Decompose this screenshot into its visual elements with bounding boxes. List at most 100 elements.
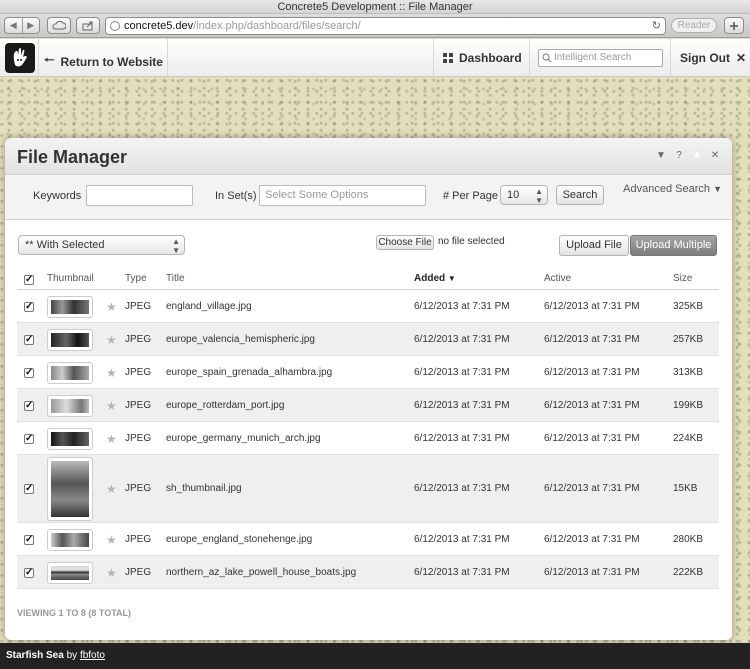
select-all-checkbox[interactable]: ✓ <box>24 275 34 285</box>
row-checkbox[interactable]: ✓ <box>24 568 34 578</box>
reload-icon[interactable]: ↻ <box>652 18 661 34</box>
column-added-label: Added <box>414 273 446 284</box>
thumbnail[interactable] <box>47 296 93 318</box>
column-active[interactable]: Active <box>544 273 571 284</box>
column-added[interactable]: Added ▼ <box>414 273 456 284</box>
thumbnail[interactable] <box>47 395 93 417</box>
row-checkbox[interactable]: ✓ <box>24 434 34 444</box>
reader-button[interactable]: Reader <box>671 18 717 33</box>
share-icon[interactable] <box>76 17 100 34</box>
close-icon[interactable]: ✕ <box>710 150 720 161</box>
cell-title[interactable]: europe_rotterdam_port.jpg <box>166 400 284 411</box>
thumbnail-image <box>51 399 89 413</box>
thumbnail[interactable] <box>47 529 93 551</box>
thumbnail[interactable] <box>47 329 93 351</box>
favorite-star-icon[interactable]: ★ <box>692 150 702 161</box>
table-row[interactable]: ✓ ★ JPEG northern_az_lake_powell_house_boat… <box>17 556 719 589</box>
back-icon[interactable]: ◀ <box>5 18 23 33</box>
per-page-select[interactable]: 10 ▲ ▼ <box>500 185 548 205</box>
table-row[interactable]: ✓ ★ JPEG sh_thumbnail.jpg 6/12/2013 at 7:31 … <box>17 455 719 523</box>
cell-type: JPEG <box>125 483 152 494</box>
sign-out-link[interactable]: Sign Out ✕ <box>680 51 746 65</box>
row-checkbox[interactable]: ✓ <box>24 368 34 378</box>
cell-added: 6/12/2013 at 7:31 PM <box>414 367 510 378</box>
chevron-down-icon[interactable]: ▼ <box>656 150 666 161</box>
star-icon[interactable]: ★ <box>106 399 117 413</box>
thumbnail[interactable] <box>47 457 93 521</box>
star-icon[interactable]: ★ <box>106 566 117 580</box>
row-checkbox[interactable]: ✓ <box>24 335 34 345</box>
divider <box>167 39 168 77</box>
row-checkbox[interactable]: ✓ <box>24 401 34 411</box>
star-icon[interactable]: ★ <box>106 366 117 380</box>
thumbnail[interactable] <box>47 562 93 584</box>
row-checkbox[interactable]: ✓ <box>24 484 34 494</box>
cell-title[interactable]: sh_thumbnail.jpg <box>166 483 242 494</box>
table-row[interactable]: ✓ ★ JPEG europe_spain_grenada_alhambra.jpg 6… <box>17 356 719 389</box>
icloud-tabs-icon[interactable] <box>47 17 71 34</box>
forward-icon[interactable]: ▶ <box>23 18 40 33</box>
cell-title[interactable]: europe_spain_grenada_alhambra.jpg <box>166 367 332 378</box>
table-row[interactable]: ✓ ★ JPEG europe_valencia_hemispheric.jpg 6/1… <box>17 323 719 356</box>
thumbnail-image <box>51 300 89 314</box>
upload-file-button[interactable]: Upload File <box>559 235 629 256</box>
cell-size: 313KB <box>673 367 704 378</box>
cell-title[interactable]: northern_az_lake_powell_house_boats.jpg <box>166 567 356 578</box>
cell-title[interactable]: england_village.jpg <box>166 301 252 312</box>
window-title: Concrete5 Development :: File Manager <box>0 0 750 14</box>
return-label: Return to Website <box>60 54 163 69</box>
thumbnail[interactable] <box>47 362 93 384</box>
close-icon: ✕ <box>736 51 747 65</box>
table-row[interactable]: ✓ ★ JPEG europe_germany_munich_arch.jpg 6/12… <box>17 422 719 455</box>
dashboard-grid-icon <box>443 53 453 63</box>
thumbnail-image <box>51 533 89 547</box>
choose-file-button[interactable]: Choose File <box>376 235 434 250</box>
arrow-left-icon: 🠐 <box>44 53 55 67</box>
cell-title[interactable]: europe_valencia_hemispheric.jpg <box>166 334 315 345</box>
star-icon[interactable]: ★ <box>106 482 117 496</box>
star-icon[interactable]: ★ <box>106 533 117 547</box>
in-sets-label: In Set(s) <box>215 190 257 202</box>
with-selected-select[interactable]: ** With Selected ▲ ▼ <box>18 235 185 255</box>
cell-active: 6/12/2013 at 7:31 PM <box>544 433 640 444</box>
intelligent-search-input[interactable]: Intelligent Search <box>538 49 663 67</box>
column-thumbnail[interactable]: Thumbnail <box>47 273 94 284</box>
cell-type: JPEG <box>125 433 152 444</box>
advanced-search-link[interactable]: Advanced Search ▼ <box>623 183 722 195</box>
search-button[interactable]: Search <box>556 185 604 205</box>
dashboard-link[interactable]: Dashboard <box>443 51 522 65</box>
thumbnail[interactable] <box>47 428 93 450</box>
cell-active: 6/12/2013 at 7:31 PM <box>544 534 640 545</box>
column-title[interactable]: Title <box>166 273 185 284</box>
select-arrows-icon: ▲ ▼ <box>535 187 543 205</box>
cell-title[interactable]: europe_england_stonehenge.jpg <box>166 534 312 545</box>
row-checkbox[interactable]: ✓ <box>24 535 34 545</box>
credit-author-link[interactable]: fbfoto <box>80 650 105 661</box>
star-icon[interactable]: ★ <box>106 300 117 314</box>
return-to-website-link[interactable]: 🠐 Return to Website <box>44 51 163 72</box>
column-size[interactable]: Size <box>673 273 692 284</box>
column-type[interactable]: Type <box>125 273 147 284</box>
in-sets-input[interactable]: Select Some Options <box>259 185 426 206</box>
globe-icon <box>110 21 120 31</box>
credit-title: Starfish Sea <box>6 650 64 661</box>
upload-multiple-button[interactable]: Upload Multiple <box>630 235 717 256</box>
cell-type: JPEG <box>125 567 152 578</box>
star-icon[interactable]: ★ <box>106 432 117 446</box>
with-selected-value: ** With Selected <box>25 239 105 251</box>
keywords-input[interactable] <box>86 185 193 206</box>
new-tab-icon[interactable] <box>724 17 744 34</box>
address-bar[interactable]: concrete5.dev/index.php/dashboard/files/… <box>105 17 666 35</box>
dialog-title: File Manager <box>17 147 128 167</box>
row-checkbox[interactable]: ✓ <box>24 302 34 312</box>
table-row[interactable]: ✓ ★ JPEG europe_rotterdam_port.jpg 6/12/2013… <box>17 389 719 422</box>
cell-added: 6/12/2013 at 7:31 PM <box>414 400 510 411</box>
help-icon[interactable]: ? <box>674 150 684 161</box>
cell-title[interactable]: europe_germany_munich_arch.jpg <box>166 433 321 444</box>
table-row[interactable]: ✓ ★ JPEG europe_england_stonehenge.jpg 6/12/… <box>17 523 719 556</box>
cell-type: JPEG <box>125 367 152 378</box>
star-icon[interactable]: ★ <box>106 333 117 347</box>
intelligent-search-placeholder: Intelligent Search <box>554 52 632 63</box>
concrete5-logo-icon[interactable] <box>5 43 35 73</box>
table-row[interactable]: ✓ ★ JPEG england_village.jpg 6/12/2013 at 7:… <box>17 290 719 323</box>
